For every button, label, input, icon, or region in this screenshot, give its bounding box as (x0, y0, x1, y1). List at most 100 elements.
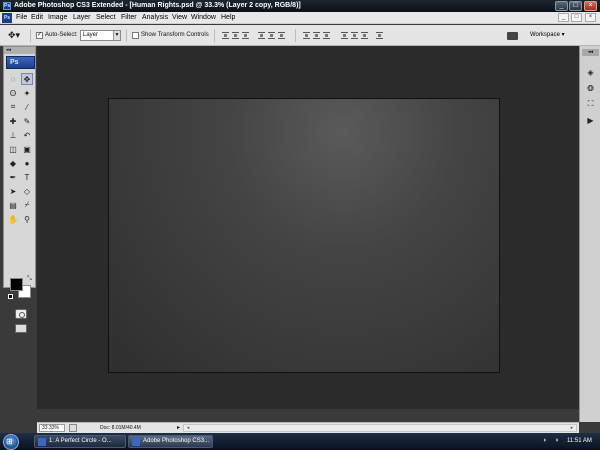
doc-close-button[interactable]: × (585, 13, 596, 22)
photoshop-icon (132, 438, 140, 446)
magic-wand-tool-icon[interactable]: ✦ (21, 87, 33, 99)
eyedropper-tool-icon[interactable]: ⌿ (21, 199, 33, 211)
align-vcenter-icon[interactable] (232, 32, 239, 39)
zoom-tool-icon[interactable]: ⚲ (21, 213, 33, 225)
status-bar: 33.33% Doc: 8.01M/40.4M ▸ ◂ ▸ (37, 422, 579, 433)
lasso-tool-icon[interactable]: ʘ (7, 87, 19, 99)
tools-panel: ◂◂ Ps ◌ ✥ ʘ ✦ ⌗ ⁄ ✚ ✎ ⊥ ↶ ◫ ▣ ◆ ● ✒ T ➤ ◇ ▤ ⌿ ✋ ⚲ ⤡ (3, 46, 36, 333)
separator (214, 29, 215, 42)
healing-brush-tool-icon[interactable]: ✚ (7, 115, 19, 127)
separator (30, 29, 31, 42)
maximize-button[interactable]: □ (569, 1, 582, 11)
slice-tool-icon[interactable]: ⁄ (21, 101, 33, 113)
pen-tool-icon[interactable]: ✒ (7, 171, 19, 183)
screen-mode-button[interactable] (15, 324, 27, 333)
taskbar-button-label: 1: A Perfect Circle - O... (49, 438, 112, 444)
minimize-button[interactable]: _ (555, 1, 568, 11)
options-bar: ✥▾ ✓ Auto-Select: Layer ▼ Show Transform… (0, 25, 600, 46)
auto-select-value: Layer (83, 32, 99, 38)
notes-tool-icon[interactable]: ▤ (7, 199, 19, 211)
layers-panel-icon[interactable]: ◈ (584, 66, 597, 78)
hand-tool-icon[interactable]: ✋ (7, 213, 19, 225)
menu-help[interactable]: Help (221, 12, 235, 24)
taskbar-button-photoshop[interactable]: Adobe Photoshop CS3... (128, 435, 213, 448)
crop-tool-icon[interactable]: ⌗ (7, 101, 19, 113)
taskbar: ⊞ 1: A Perfect Circle - O... Adobe Photo… (0, 433, 600, 450)
align-left-icon[interactable] (258, 32, 265, 39)
taskbar-button-music[interactable]: 1: A Perfect Circle - O... (34, 435, 126, 448)
workspace-icon[interactable] (507, 32, 518, 40)
title-bar: Ps Adobe Photoshop CS3 Extended - [Human… (0, 0, 600, 12)
menu-filter[interactable]: Filter (121, 12, 137, 24)
quick-mask-button[interactable] (15, 309, 27, 319)
auto-align-icon[interactable] (376, 32, 383, 39)
menu-select[interactable]: Select (96, 12, 115, 24)
auto-select-checkbox[interactable]: ✓ (36, 32, 43, 39)
ps-logo: Ps (6, 56, 35, 69)
close-button[interactable]: × (584, 1, 597, 11)
network-icon[interactable]: ◑ (552, 436, 561, 445)
status-menu-icon[interactable] (69, 424, 77, 432)
actions-panel-icon[interactable]: ▶ (584, 114, 597, 126)
document-menu-icon[interactable]: Ps (2, 13, 12, 23)
doc-restore-button[interactable]: □ (571, 13, 582, 22)
tools-panel-grip[interactable]: ◂◂ (4, 47, 35, 54)
distribute-left-icon[interactable] (341, 32, 348, 39)
scroll-left-icon[interactable]: ◂ (184, 425, 192, 431)
type-tool-icon[interactable]: T (21, 171, 33, 183)
dodge-tool-icon[interactable]: ● (21, 157, 33, 169)
align-bottom-icon[interactable] (242, 32, 249, 39)
foreground-color-swatch[interactable] (10, 278, 23, 291)
align-right-icon[interactable] (278, 32, 285, 39)
menu-image[interactable]: Image (48, 12, 67, 24)
distribute-hcenter-icon[interactable] (351, 32, 358, 39)
canvas[interactable] (108, 98, 500, 373)
workspace-dropdown[interactable]: Workspace ▾ (530, 30, 565, 40)
zoom-field[interactable]: 33.33% (39, 424, 65, 432)
doc-minimize-button[interactable]: _ (558, 13, 569, 22)
auto-select-dropdown[interactable]: Layer ▼ (80, 30, 121, 41)
menu-file[interactable]: File (16, 12, 27, 24)
clock[interactable]: 11:51 AM (567, 434, 592, 448)
speaker-icon[interactable]: ◐ (541, 436, 550, 445)
gradient-tool-icon[interactable]: ▣ (21, 143, 33, 155)
distribute-right-icon[interactable] (361, 32, 368, 39)
paths-panel-icon[interactable]: ⛶ (584, 98, 597, 110)
document-size-info: Doc: 8.01M/40.4M (100, 425, 141, 431)
scroll-right-icon[interactable]: ▸ (568, 425, 576, 431)
swap-colors-icon[interactable]: ⤡ (27, 276, 32, 283)
menu-layer[interactable]: Layer (73, 12, 91, 24)
blur-tool-icon[interactable]: ◆ (7, 157, 19, 169)
clone-stamp-tool-icon[interactable]: ⊥ (7, 129, 19, 141)
window-title: Adobe Photoshop CS3 Extended - [Human Ri… (14, 2, 301, 9)
eraser-tool-icon[interactable]: ◫ (7, 143, 19, 155)
windows-logo-icon: ⊞ (6, 437, 13, 446)
shape-tool-icon[interactable]: ◇ (21, 185, 33, 197)
start-button[interactable]: ⊞ (3, 434, 19, 450)
show-transform-checkbox[interactable] (132, 32, 139, 39)
menu-edit[interactable]: Edit (31, 12, 43, 24)
menu-window[interactable]: Window (191, 12, 216, 24)
distribute-bottom-icon[interactable] (323, 32, 330, 39)
marquee-tool-icon[interactable]: ◌ (7, 73, 19, 85)
channels-panel-icon[interactable]: ❂ (584, 82, 597, 94)
move-tool-icon[interactable]: ✥▾ (8, 30, 20, 41)
media-player-icon (38, 438, 46, 446)
default-colors-icon[interactable] (8, 294, 13, 299)
horizontal-scrollbar[interactable]: ◂ ▸ (183, 424, 577, 432)
align-hcenter-icon[interactable] (268, 32, 275, 39)
history-brush-tool-icon[interactable]: ↶ (21, 129, 33, 141)
move-tool-icon[interactable]: ✥ (21, 73, 33, 85)
show-transform-label: Show Transform Controls (141, 32, 209, 38)
distribute-top-icon[interactable] (303, 32, 310, 39)
align-top-icon[interactable] (222, 32, 229, 39)
menu-view[interactable]: View (172, 12, 187, 24)
path-selection-tool-icon[interactable]: ➤ (7, 185, 19, 197)
distribute-vcenter-icon[interactable] (313, 32, 320, 39)
chevron-down-icon: ▼ (113, 31, 120, 40)
status-arrow-icon[interactable]: ▸ (177, 424, 180, 432)
menu-bar: Ps File Edit Image Layer Select Filter A… (0, 12, 600, 24)
brush-tool-icon[interactable]: ✎ (21, 115, 33, 127)
dock-grip[interactable]: ◂◂ (582, 49, 599, 56)
menu-analysis[interactable]: Analysis (142, 12, 168, 24)
